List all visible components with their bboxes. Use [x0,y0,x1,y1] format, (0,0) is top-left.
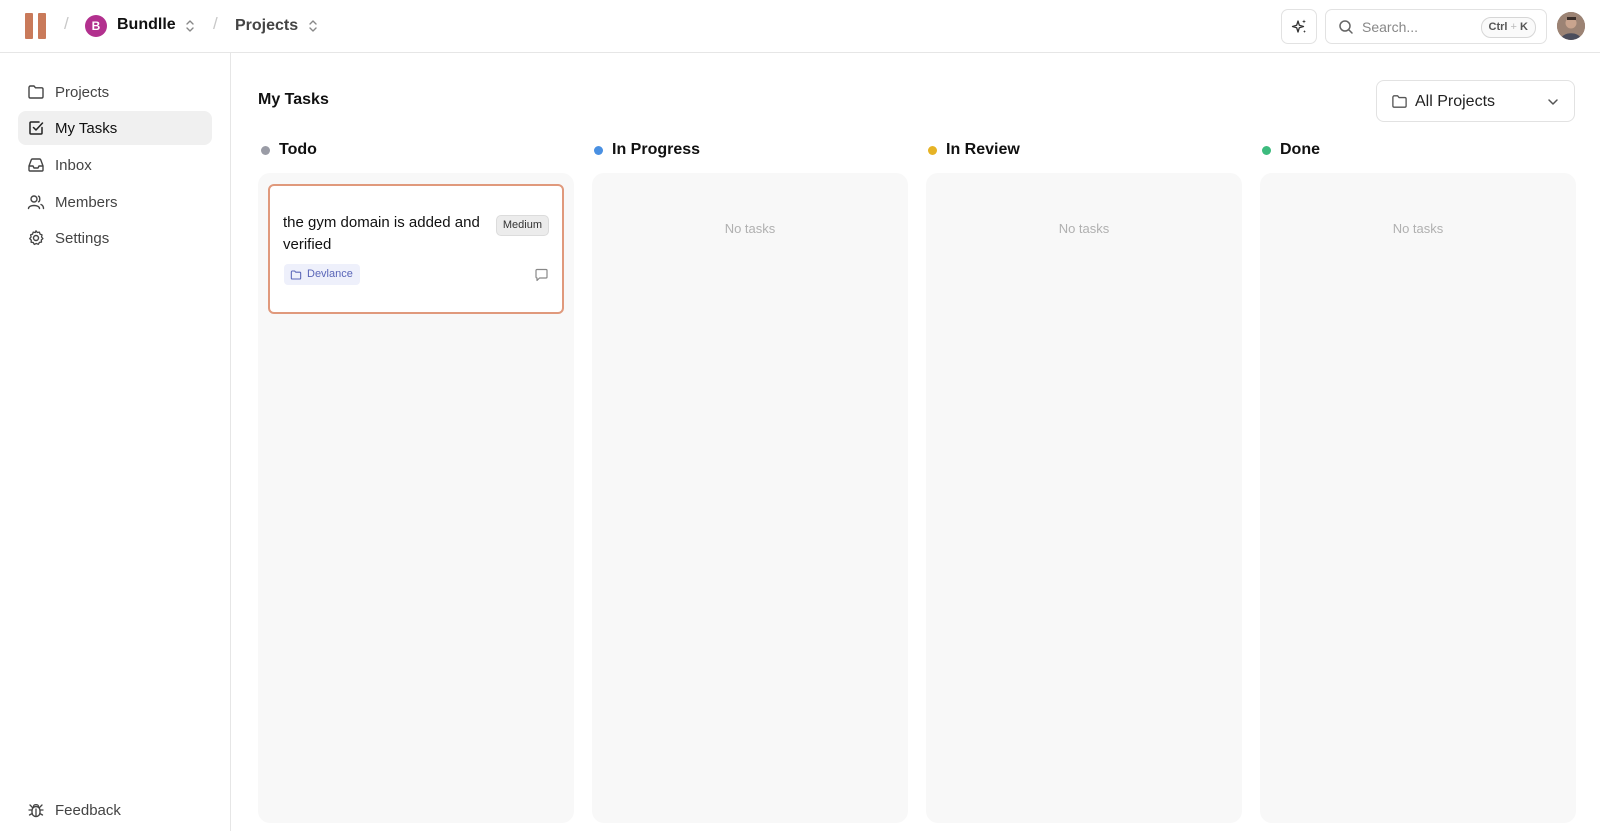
sidebar-item-label: My Tasks [55,119,118,137]
column-title: In Progress [612,141,701,158]
top-bar: / B Bundlle / Projects Search... Ctrl + … [0,0,1600,53]
column-header-done: Done [1262,141,1320,159]
page-title: My Tasks [258,91,329,108]
sparkles-icon [1291,19,1306,33]
sidebar: Projects My Tasks Inbox Members Settings… [0,53,231,831]
project-tag-label: Devlance [307,268,353,280]
checkbox-icon [27,119,45,137]
status-dot [261,145,270,155]
column-todo[interactable]: the gym domain is added and verified Med… [258,173,574,823]
comment-icon[interactable] [534,268,549,282]
project-filter-value: All Projects [1415,93,1496,110]
column-in-progress[interactable]: No tasks [592,173,908,823]
status-dot [594,145,603,155]
sidebar-item-label: Projects [55,83,110,101]
sidebar-item-settings[interactable]: Settings [18,221,212,255]
app-logo[interactable] [25,13,47,39]
status-dot [928,145,937,155]
sidebar-item-projects[interactable]: Projects [18,75,212,109]
sidebar-item-my-tasks[interactable]: My Tasks [18,111,212,145]
project-filter-select[interactable]: All Projects [1376,80,1575,122]
column-in-review[interactable]: No tasks [926,173,1242,823]
empty-state: No tasks [1392,221,1444,236]
bug-icon [27,801,45,819]
search-box[interactable]: Search... Ctrl + K [1325,9,1547,44]
empty-state: No tasks [724,221,776,236]
search-placeholder: Search... [1362,19,1419,35]
folder-icon [27,83,45,101]
column-title: Done [1280,141,1320,158]
user-avatar[interactable] [1557,12,1585,40]
folder-icon [1392,95,1407,108]
sidebar-item-label: Settings [55,229,110,247]
sidebar-item-members[interactable]: Members [18,185,212,219]
task-card[interactable]: the gym domain is added and verified Med… [268,184,564,314]
search-icon [1339,20,1353,34]
column-header-todo: Todo [261,141,317,159]
sidebar-item-inbox[interactable]: Inbox [18,148,212,182]
workspace-name[interactable]: Bundlle [117,16,176,34]
ai-assistant-button[interactable] [1281,9,1317,44]
sidebar-item-feedback[interactable]: Feedback [18,793,212,827]
user-photo-icon [1557,12,1585,40]
status-dot [1262,145,1271,155]
chevron-down-icon [1548,99,1558,105]
empty-state: No tasks [1058,221,1110,236]
breadcrumb-separator: / [213,14,218,33]
folder-icon [290,269,302,280]
project-switcher-icon[interactable] [308,18,318,34]
workspace-avatar[interactable]: B [85,15,107,37]
inbox-icon [27,156,45,174]
task-title: the gym domain is added and verified [283,214,480,253]
column-title: Todo [279,141,317,158]
column-header-in-review: In Review [928,141,1020,159]
sidebar-item-label: Feedback [55,801,121,819]
breadcrumb-separator: / [64,14,69,33]
sidebar-item-label: Inbox [55,156,92,174]
search-shortcut-badge: Ctrl + K [1480,17,1536,38]
column-title: In Review [946,141,1020,158]
workspace-switcher-icon[interactable] [185,18,195,34]
column-header-in-progress: In Progress [594,141,700,159]
breadcrumb-projects[interactable]: Projects [235,17,298,35]
users-icon [27,193,45,211]
column-done[interactable]: No tasks [1260,173,1576,823]
project-tag[interactable]: Devlance [284,264,360,285]
sidebar-item-label: Members [55,193,118,211]
gear-icon [27,229,45,247]
priority-badge: Medium [495,215,549,236]
